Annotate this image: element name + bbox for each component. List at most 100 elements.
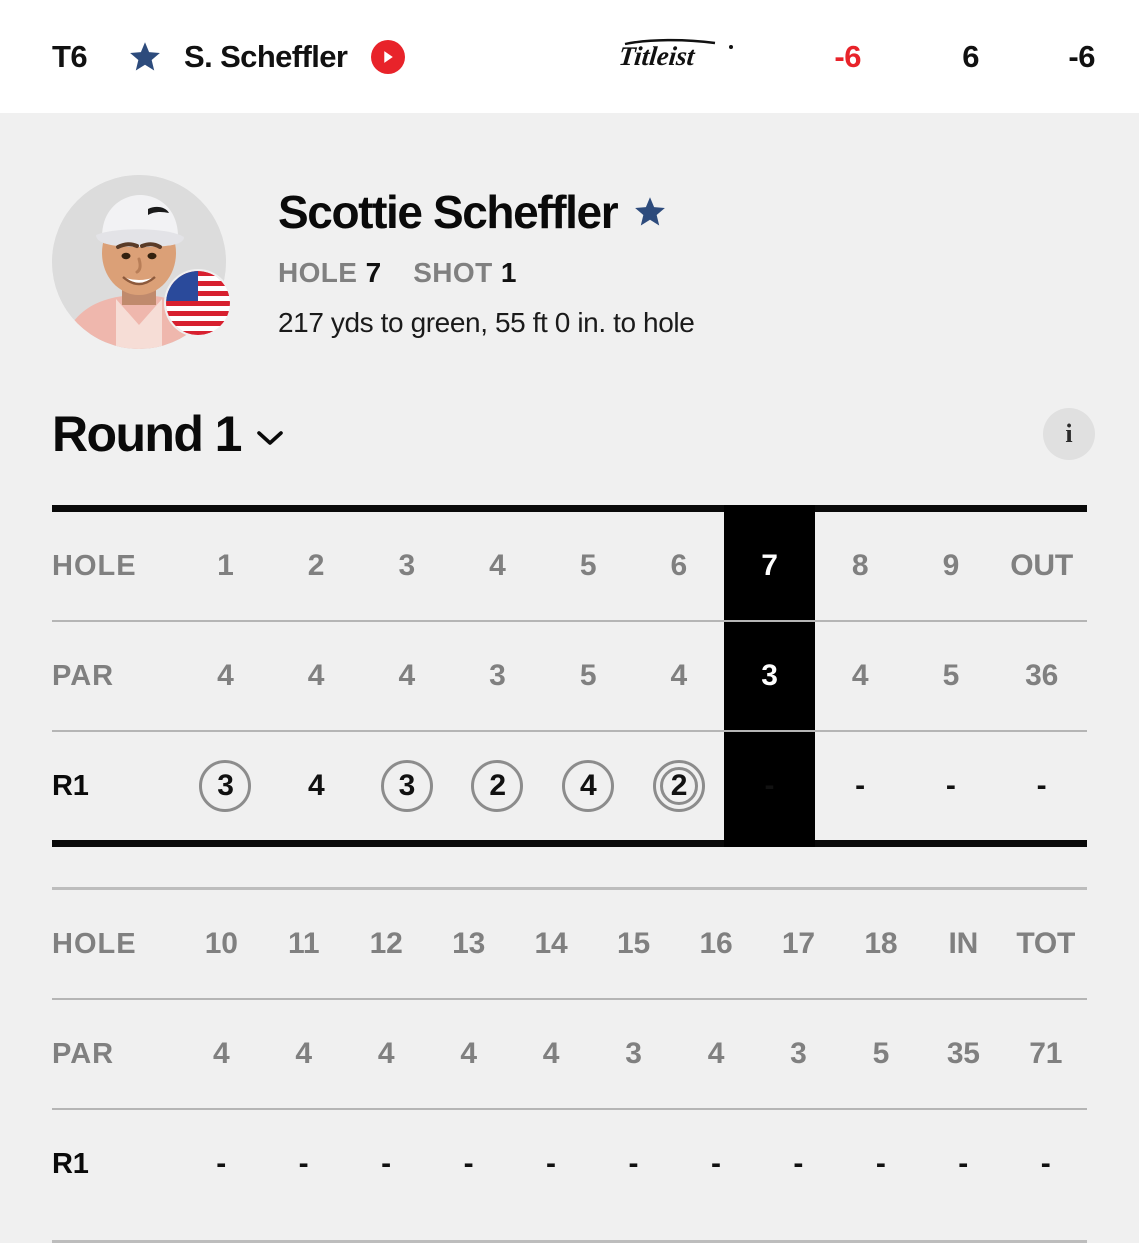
- back-hole-row: HOLE 10 11 12 13 14 15 16 17 18 IN TOT: [52, 888, 1087, 1000]
- front-nine-table: HOLE 1 2 3 4 5 6 7 8 9 OUT PAR 4 4 4 3 5 4 3 4 5 36 R1 3 4 3 2 4 2- -…: [52, 512, 1087, 840]
- hole-header-6: 6: [670, 549, 688, 582]
- info-icon[interactable]: i: [1043, 408, 1095, 460]
- par-cell-10: 35: [946, 1037, 980, 1070]
- score-cell-5: -: [510, 1109, 592, 1218]
- tail-gap: [0, 1218, 1139, 1240]
- par-cell-2: 4: [307, 659, 325, 692]
- score-cell-5: 4: [543, 731, 634, 840]
- par-cell-6: 3: [625, 1037, 642, 1070]
- hole-header-8: 8: [851, 549, 869, 582]
- par-cell-1: 4: [212, 1037, 230, 1070]
- star-icon[interactable]: [128, 40, 184, 74]
- par-cell-7: 4: [707, 1037, 725, 1070]
- hole-header-1: 10: [204, 927, 238, 960]
- score-cell-10: -: [996, 731, 1087, 840]
- scorecard-back-nine: HOLE 10 11 12 13 14 15 16 17 18 IN TOT PAR 4 4 4 4 4 3 4 3 5 3…: [52, 887, 1087, 1218]
- hole-header-2: 11: [288, 927, 320, 960]
- score-cell-2: 4: [271, 731, 362, 840]
- scorecard-gap: [52, 847, 1087, 887]
- front-round_label: R1: [52, 769, 89, 802]
- score-dash: -: [793, 1147, 804, 1180]
- score-dash: -: [546, 1147, 557, 1180]
- player-card: Scottie Scheffler HOLE 7 SHOT 1 217 yds …: [0, 113, 1139, 349]
- hole-header-3: 3: [398, 549, 415, 582]
- score-dash: -: [298, 1147, 309, 1180]
- leaderboard-player-name[interactable]: S. Scheffler: [184, 39, 348, 75]
- back-round_label: R1: [52, 1147, 89, 1180]
- score-cell-2: -: [262, 1109, 344, 1218]
- score-cell-7: -: [724, 731, 815, 840]
- score-cell-7: -: [675, 1109, 757, 1218]
- score-dash: -: [764, 769, 775, 802]
- leaderboard-position: T6: [52, 38, 88, 74]
- par-cell-7: 3: [761, 659, 778, 692]
- score-dash: -: [945, 769, 956, 802]
- score-birdie: 4: [560, 758, 616, 814]
- hole-header-5: 5: [579, 549, 597, 582]
- hole-header-9: 9: [942, 549, 960, 582]
- score-dash: -: [381, 1147, 392, 1180]
- hole-header-3: 12: [369, 927, 403, 960]
- play-circle-icon[interactable]: [371, 39, 406, 74]
- star-icon[interactable]: [633, 195, 667, 229]
- par-cell-1: 4: [217, 659, 234, 692]
- hole-header-8: 17: [781, 927, 815, 960]
- par-cell-11: 71: [1029, 1037, 1063, 1070]
- hole-value: 7: [365, 257, 382, 288]
- back-hole_label: HOLE: [52, 927, 137, 960]
- score-dash: -: [628, 1147, 639, 1180]
- par-cell-6: 4: [670, 659, 688, 692]
- par-cell-8: 3: [790, 1037, 807, 1070]
- score-par: 4: [307, 769, 325, 802]
- hole-header-10: IN: [948, 927, 979, 960]
- front-hole-row: HOLE 1 2 3 4 5 6 7 8 9 OUT: [52, 512, 1087, 621]
- score-cell-1: -: [180, 1109, 262, 1218]
- score-dash: -: [710, 1147, 721, 1180]
- front-score-row: R1 3 4 3 2 4 2- - - -: [52, 731, 1087, 840]
- chevron-down-icon[interactable]: [255, 420, 285, 448]
- score-cell-8: -: [815, 731, 906, 840]
- round-title: Round 1: [52, 406, 242, 462]
- score-birdie: 3: [197, 758, 253, 814]
- back-score-row: R1 - - - - - - - - - - -: [52, 1109, 1087, 1218]
- shot-value: 1: [500, 257, 517, 288]
- par-cell-3: 4: [398, 659, 415, 692]
- score-eagle: 2: [651, 758, 707, 814]
- score-cell-3: 3: [361, 731, 452, 840]
- hole-header-5: 14: [534, 927, 568, 960]
- score-dash: -: [463, 1147, 474, 1180]
- par-cell-9: 5: [872, 1037, 890, 1070]
- back-nine-table: HOLE 10 11 12 13 14 15 16 17 18 IN TOT PAR 4 4 4 4 4 3 4 3 5 3…: [52, 887, 1087, 1218]
- svg-text:Titleist: Titleist: [619, 41, 698, 71]
- front-par-row: PAR 4 4 4 3 5 4 3 4 5 36: [52, 621, 1087, 731]
- score-cell-3: -: [345, 1109, 427, 1218]
- front-hole_label: HOLE: [52, 549, 137, 582]
- avatar[interactable]: [52, 175, 230, 349]
- us-flag-icon: [166, 271, 230, 335]
- score-cell-6: -: [592, 1109, 674, 1218]
- score-dash: -: [1036, 769, 1047, 802]
- score-dash: -: [216, 1147, 227, 1180]
- hole-label: HOLE: [278, 257, 358, 288]
- round-selector[interactable]: Round 1: [52, 405, 285, 463]
- hole-header-10: OUT: [1010, 549, 1073, 582]
- hole-header-7: 7: [761, 549, 778, 582]
- leaderboard-row[interactable]: T6 S. Scheffler Titleist -6 6 -6: [0, 0, 1139, 113]
- leaderboard-score-to-par: -6: [834, 38, 861, 74]
- divider-top: [52, 505, 1087, 512]
- hole-header-4: 4: [489, 549, 506, 582]
- par-cell-3: 4: [377, 1037, 395, 1070]
- score-birdie: 2: [469, 758, 525, 814]
- par-cell-4: 3: [489, 659, 506, 692]
- score-cell-4: 2: [452, 731, 543, 840]
- par-cell-5: 4: [542, 1037, 560, 1070]
- score-cell-10: -: [922, 1109, 1004, 1218]
- score-cell-9: -: [840, 1109, 922, 1218]
- score-dash: -: [855, 769, 866, 802]
- hole-header-2: 2: [307, 549, 325, 582]
- hole-shot-status: HOLE 7 SHOT 1: [278, 257, 694, 289]
- par-cell-8: 4: [851, 659, 869, 692]
- par-cell-9: 5: [942, 659, 960, 692]
- page-title: Scottie Scheffler: [278, 189, 694, 235]
- hole-header-1: 1: [217, 549, 234, 582]
